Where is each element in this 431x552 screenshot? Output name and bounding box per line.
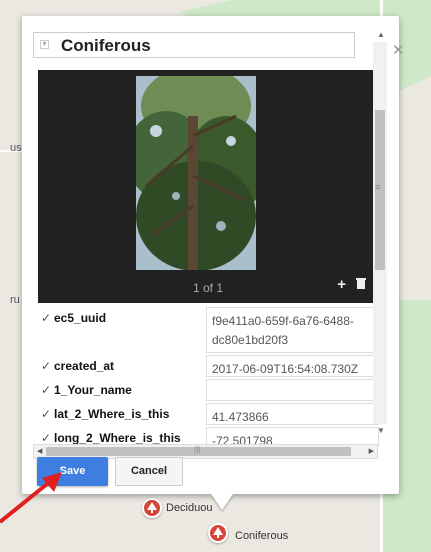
check-icon[interactable]: ✓ (41, 431, 53, 445)
title-menu-icon[interactable]: ▾ (40, 40, 49, 49)
marker-label-deciduous: Deciduou (166, 502, 213, 514)
cancel-button[interactable]: Cancel (115, 457, 183, 486)
photo-counter: 1 of 1 (192, 281, 224, 295)
title-field[interactable]: ▾ Coniferous (33, 32, 355, 58)
check-icon[interactable]: ✓ (41, 407, 53, 421)
attribute-key: ✓ ec5_uuid (41, 307, 205, 353)
add-photo-icon[interactable]: + (337, 276, 346, 293)
tree-icon (213, 527, 223, 538)
tree-icon (147, 502, 157, 513)
attribute-key-label: ec5_uuid (54, 311, 107, 325)
table-row: ✓ 1_Your_name (41, 379, 381, 401)
popup-pointer (211, 494, 233, 510)
scroll-right-icon[interactable]: ▶ (369, 447, 374, 455)
map-marker-coniferous[interactable] (208, 523, 228, 543)
scroll-left-icon[interactable]: ◀ (37, 447, 42, 455)
attribute-value-field[interactable]: f9e411a0-659f-6a76-6488-dc80e1bd20f3 (206, 307, 379, 353)
attribute-key: ✓ lat_2_Where_is_this (41, 403, 205, 425)
tree-photo[interactable] (136, 76, 256, 270)
attribute-value-field[interactable]: 41.473866 (206, 403, 379, 425)
trash-icon[interactable] (356, 277, 366, 289)
map-marker-deciduous[interactable] (142, 498, 162, 518)
check-icon[interactable]: ✓ (41, 383, 53, 397)
feature-popup: ✕ ▾ Coniferous 1 of 1 + ✓ ec5_uuid f9e41… (22, 16, 405, 494)
attribute-value-field[interactable]: 2017-06-09T16:54:08.730Z (206, 355, 379, 377)
popup-title: Coniferous (61, 36, 151, 55)
attribute-key-label: created_at (54, 359, 115, 373)
check-icon[interactable]: ✓ (41, 311, 53, 325)
grip-icon: ||| (194, 445, 201, 454)
attribute-key-label: 1_Your_name (54, 383, 132, 397)
grip-icon: ≡ (375, 182, 381, 192)
marker-label-coniferous: Coniferous (235, 530, 289, 542)
table-row: ✓ ec5_uuid f9e411a0-659f-6a76-6488-dc80e1… (41, 307, 381, 353)
annotation-arrow-icon (0, 472, 62, 524)
attribute-key: ✓ 1_Your_name (41, 379, 205, 401)
scroll-down-icon[interactable]: ▼ (377, 426, 385, 435)
attribute-key-label: long_2_Where_is_this (54, 431, 181, 445)
photo-viewer: 1 of 1 + (38, 70, 378, 303)
check-icon[interactable]: ✓ (41, 359, 53, 373)
attribute-key: ✓ created_at (41, 355, 205, 377)
attribute-value-field[interactable] (206, 379, 379, 401)
table-row: ✓ created_at 2017-06-09T16:54:08.730Z (41, 355, 381, 377)
popup-scroll-area[interactable]: ▾ Coniferous 1 of 1 + ✓ ec5_uuid f9e411a… (33, 30, 394, 462)
table-row: ✓ lat_2_Where_is_this 41.473866 (41, 403, 381, 425)
tree-image (136, 76, 256, 270)
map-label: us (10, 142, 22, 154)
vertical-scrollbar[interactable]: ▲ ≡ ▼ (373, 30, 387, 438)
scroll-up-icon[interactable]: ▲ (377, 30, 385, 39)
attribute-key-label: lat_2_Where_is_this (54, 407, 170, 421)
map-label: ru (10, 294, 20, 306)
